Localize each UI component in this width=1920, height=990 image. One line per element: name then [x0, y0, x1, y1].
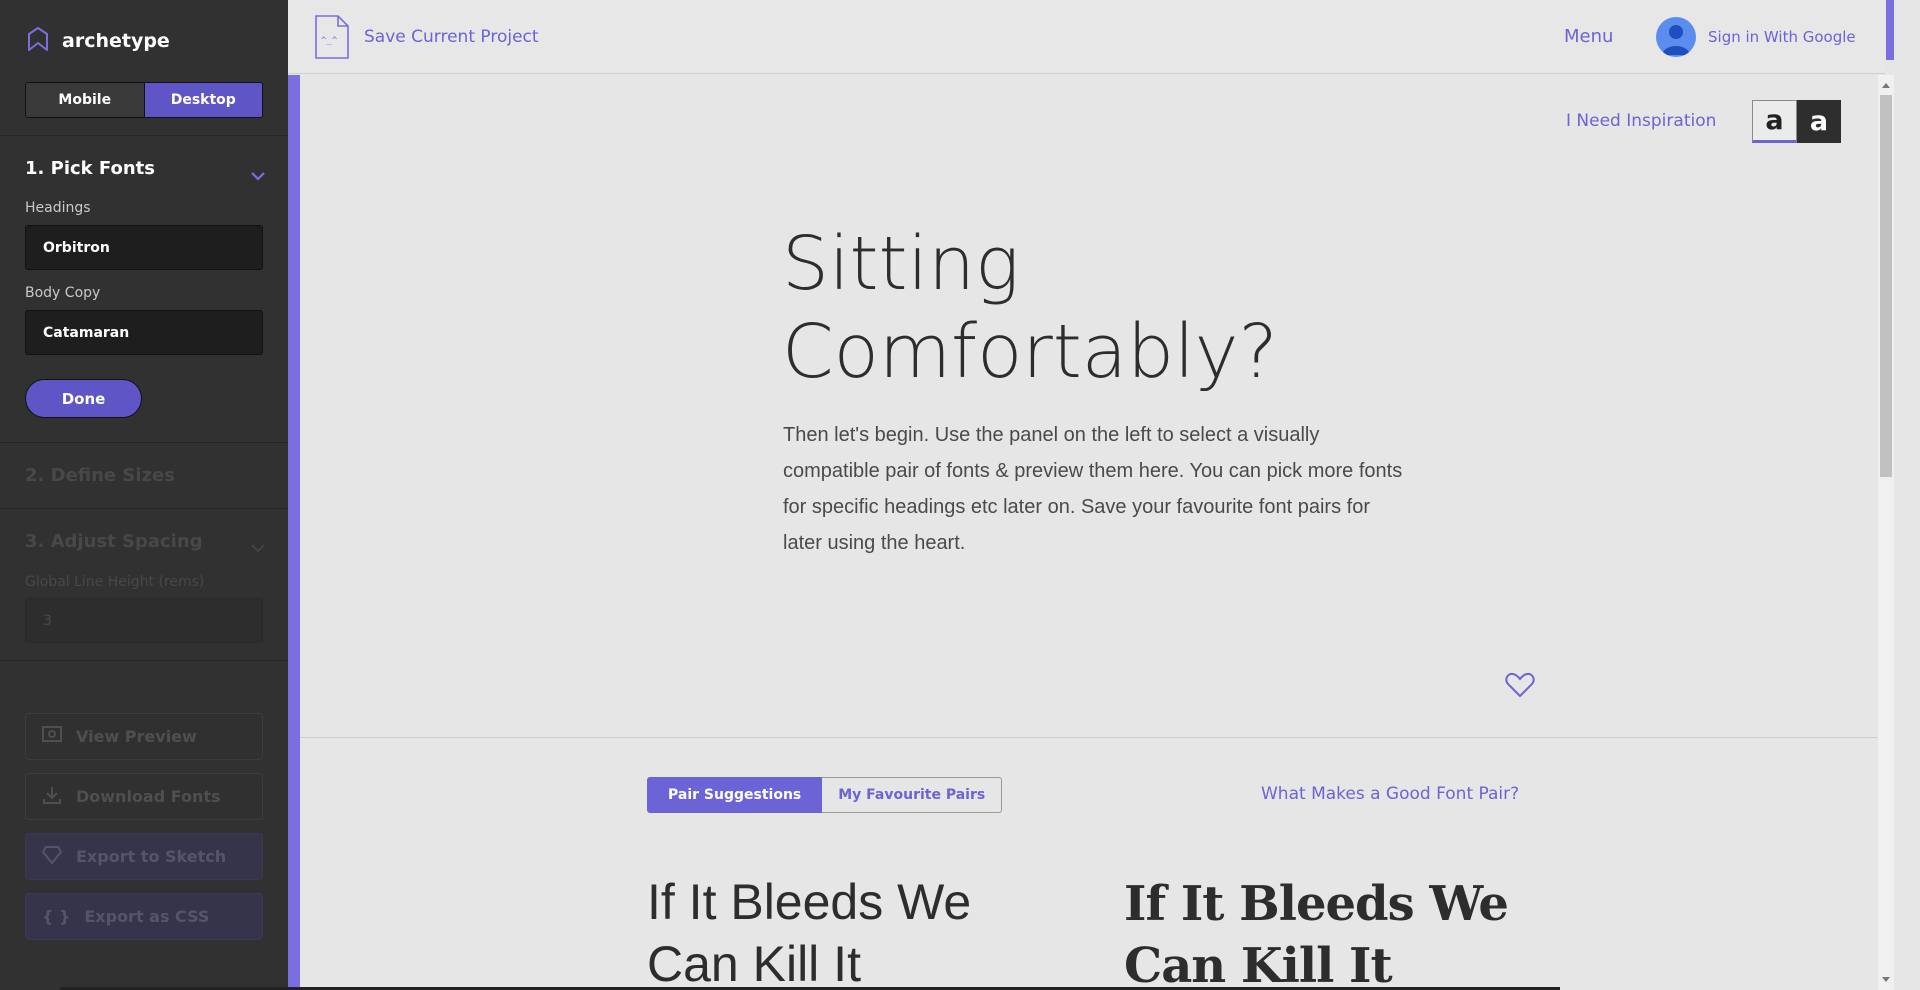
preview-icon [42, 725, 62, 748]
section-divider [300, 737, 1878, 738]
step-define-sizes-title[interactable]: 2. Define Sizes [25, 465, 175, 486]
preview-body-text: Then let's begin. Use the panel on the l… [783, 424, 1403, 554]
view-preview-button[interactable]: View Preview [25, 713, 263, 760]
device-toggle: Mobile Desktop [25, 82, 263, 118]
scrollbar[interactable] [1878, 75, 1894, 990]
heart-icon[interactable] [1505, 672, 1535, 702]
mobile-toggle-button[interactable]: Mobile [26, 83, 145, 117]
inspiration-link[interactable]: I Need Inspiration [1566, 111, 1716, 131]
sign-in-label: Sign in With Google [1708, 28, 1856, 46]
save-project-label: Save Current Project [364, 27, 539, 47]
download-icon [42, 786, 62, 808]
headings-font-select[interactable]: Orbitron [25, 225, 263, 270]
menu-button[interactable]: Menu [1564, 26, 1613, 47]
done-button[interactable]: Done [25, 379, 142, 418]
body-font-select[interactable]: Catamaran [25, 310, 263, 355]
step-adjust-spacing-title[interactable]: 3. Adjust Spacing [25, 531, 203, 552]
brand[interactable]: archetype [26, 26, 170, 56]
scroll-down-icon[interactable] [1882, 977, 1890, 982]
preview-area: I Need Inspiration a a Sitting Comfortab… [300, 75, 1878, 990]
google-sign-in-button[interactable]: Sign in With Google [1656, 17, 1856, 57]
chevron-down-icon[interactable] [250, 538, 266, 557]
light-theme-button[interactable]: a [1752, 100, 1797, 143]
sidebar-divider [0, 442, 288, 443]
theme-toggle: a a [1752, 100, 1841, 143]
export-sketch-button[interactable]: Export to Sketch [25, 833, 263, 880]
css-braces-icon: { } [42, 907, 71, 926]
scrollbar-thumb[interactable] [1880, 95, 1892, 477]
pair-tabs: Pair Suggestions My Favourite Pairs [647, 777, 1003, 813]
sketch-diamond-icon [41, 845, 63, 868]
save-project-button[interactable]: ^_^ Save Current Project [314, 14, 539, 60]
tab-favourite-pairs[interactable]: My Favourite Pairs [822, 777, 1003, 813]
archetype-logo-icon [26, 26, 50, 56]
accent-strip [1886, 0, 1894, 60]
tab-pair-suggestions[interactable]: Pair Suggestions [647, 777, 823, 813]
pair-suggestion-card[interactable]: If It Bleeds We Can Kill It [1124, 873, 1524, 990]
line-height-label: Global Line Height (rems) [25, 574, 205, 590]
view-preview-label: View Preview [76, 727, 197, 746]
step-pick-fonts-title[interactable]: 1. Pick Fonts [25, 158, 155, 179]
sidebar-divider [0, 508, 288, 509]
file-icon-face: ^_^ [321, 36, 338, 46]
chevron-down-icon[interactable] [250, 166, 266, 185]
brand-name: archetype [62, 30, 170, 52]
good-font-pair-link[interactable]: What Makes a Good Font Pair? [1261, 784, 1519, 804]
download-fonts-button[interactable]: Download Fonts [25, 773, 263, 820]
preview-accent-bar [288, 75, 300, 990]
line-height-input[interactable]: 3 [25, 598, 263, 643]
pair-suggestion-card[interactable]: If It Bleeds We Can Kill It [647, 871, 1067, 990]
sidebar: archetype Mobile Desktop 1. Pick Fonts H… [0, 0, 288, 990]
sidebar-divider [0, 135, 288, 136]
top-bar: ^_^ Save Current Project Menu Sign in Wi… [288, 0, 1885, 74]
avatar-icon [1656, 17, 1696, 57]
preview-heading: Sitting Comfortably? [782, 221, 1278, 395]
export-css-label: Export as CSS [84, 907, 210, 926]
scroll-up-icon[interactable] [1882, 83, 1890, 88]
export-sketch-label: Export to Sketch [76, 847, 227, 866]
headings-label: Headings [25, 200, 91, 216]
body-copy-label: Body Copy [25, 285, 101, 301]
download-fonts-label: Download Fonts [76, 787, 221, 806]
desktop-toggle-button[interactable]: Desktop [144, 83, 262, 117]
export-css-button[interactable]: { } Export as CSS [25, 893, 263, 940]
dark-theme-button[interactable]: a [1797, 100, 1841, 143]
file-icon: ^_^ [314, 14, 350, 60]
sidebar-divider [0, 660, 288, 661]
